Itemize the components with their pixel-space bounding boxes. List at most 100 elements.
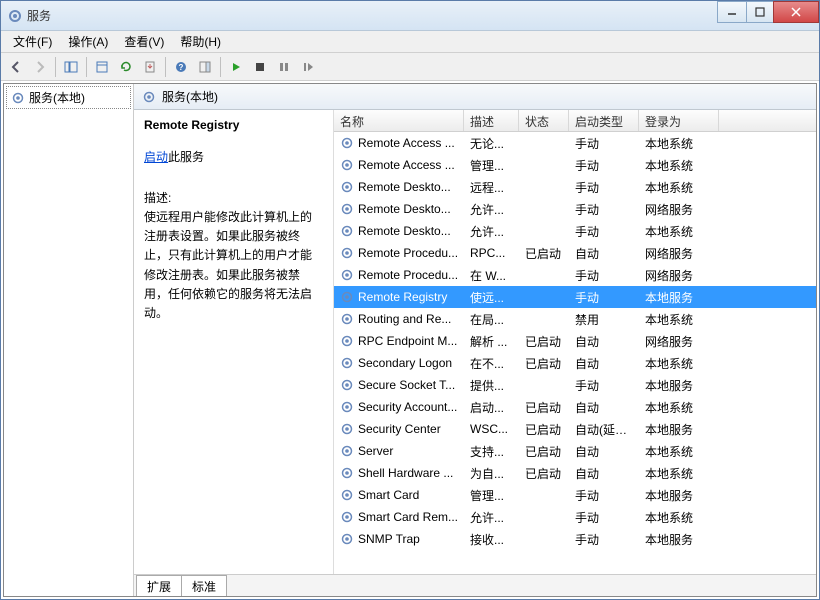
table-row[interactable]: Smart Card Rem...允许...手动本地系统 (334, 506, 816, 528)
back-button[interactable] (5, 56, 27, 78)
start-service-link[interactable]: 启动 (144, 150, 168, 164)
cell-startup: 手动 (569, 201, 639, 218)
tree-root-label: 服务(本地) (29, 89, 85, 106)
restart-service-button[interactable] (297, 56, 319, 78)
table-row[interactable]: Remote Deskto...远程...手动本地系统 (334, 176, 816, 198)
gear-icon (340, 444, 354, 458)
table-row[interactable]: Remote Procedu...RPC...已启动自动网络服务 (334, 242, 816, 264)
table-row[interactable]: Routing and Re...在局...禁用本地系统 (334, 308, 816, 330)
refresh-button[interactable] (115, 56, 137, 78)
cell-startup: 自动 (569, 443, 639, 460)
table-row[interactable]: Remote Deskto...允许...手动本地系统 (334, 220, 816, 242)
tree-pane[interactable]: 服务(本地) (4, 84, 134, 596)
separator (220, 57, 221, 77)
table-row[interactable]: RPC Endpoint M...解析 ...已启动自动网络服务 (334, 330, 816, 352)
right-pane: 服务(本地) Remote Registry 启动此服务 描述: 使远程用户能修… (134, 84, 816, 596)
cell-startup: 手动 (569, 267, 639, 284)
properties-button[interactable] (91, 56, 113, 78)
column-logon[interactable]: 登录为 (639, 110, 719, 131)
cell-logon: 本地服务 (639, 487, 719, 504)
right-header: 服务(本地) (134, 84, 816, 110)
gear-icon (340, 334, 354, 348)
cell-startup: 手动 (569, 531, 639, 548)
cell-desc: 允许... (464, 223, 519, 240)
cell-desc: 远程... (464, 179, 519, 196)
pause-service-button[interactable] (273, 56, 295, 78)
title-bar[interactable]: 服务 (1, 1, 819, 31)
action-pane-button[interactable] (194, 56, 216, 78)
cell-logon: 网络服务 (639, 201, 719, 218)
show-hide-tree-button[interactable] (60, 56, 82, 78)
cell-logon: 本地系统 (639, 465, 719, 482)
table-row[interactable]: Secondary Logon在不...已启动自动本地系统 (334, 352, 816, 374)
table-row[interactable]: Remote Procedu...在 W...手动网络服务 (334, 264, 816, 286)
list-header: 名称 描述 状态 启动类型 登录为 (334, 110, 816, 132)
list-body[interactable]: Remote Access ...无论...手动本地系统Remote Acces… (334, 132, 816, 574)
start-service-button[interactable] (225, 56, 247, 78)
gear-icon (340, 224, 354, 238)
cell-startup: 手动 (569, 289, 639, 306)
cell-startup: 手动 (569, 377, 639, 394)
table-row[interactable]: Remote Access ...管理...手动本地系统 (334, 154, 816, 176)
right-body: Remote Registry 启动此服务 描述: 使远程用户能修改此计算机上的… (134, 110, 816, 574)
menu-help[interactable]: 帮助(H) (172, 31, 229, 52)
column-description[interactable]: 描述 (464, 110, 519, 131)
cell-desc: 在 W... (464, 267, 519, 284)
column-status[interactable]: 状态 (519, 110, 569, 131)
selected-service-name: Remote Registry (144, 118, 323, 132)
table-row[interactable]: SNMP Trap接收...手动本地服务 (334, 528, 816, 550)
menu-bar: 文件(F) 操作(A) 查看(V) 帮助(H) (1, 31, 819, 53)
cell-name: Secondary Logon (334, 356, 464, 370)
window-buttons (718, 1, 819, 30)
table-row[interactable]: Security Account...启动...已启动自动本地系统 (334, 396, 816, 418)
export-button[interactable] (139, 56, 161, 78)
tab-standard[interactable]: 标准 (181, 575, 227, 596)
table-row[interactable]: Server支持...已启动自动本地系统 (334, 440, 816, 462)
table-row[interactable]: Security CenterWSC...已启动自动(延迟...本地服务 (334, 418, 816, 440)
cell-status: 已启动 (519, 465, 569, 482)
close-button[interactable] (773, 1, 819, 23)
tab-extended[interactable]: 扩展 (136, 575, 182, 596)
cell-desc: 接收... (464, 531, 519, 548)
cell-logon: 网络服务 (639, 333, 719, 350)
gear-icon (340, 180, 354, 194)
cell-name: Remote Registry (334, 290, 464, 304)
menu-action[interactable]: 操作(A) (60, 31, 116, 52)
cell-desc: RPC... (464, 246, 519, 260)
tree-root-item[interactable]: 服务(本地) (6, 86, 131, 109)
cell-status: 已启动 (519, 355, 569, 372)
cell-startup: 手动 (569, 157, 639, 174)
forward-button[interactable] (29, 56, 51, 78)
gear-icon (340, 422, 354, 436)
separator (55, 57, 56, 77)
cell-name: Server (334, 444, 464, 458)
table-row[interactable]: Shell Hardware ...为自...已启动自动本地系统 (334, 462, 816, 484)
table-row[interactable]: Remote Access ...无论...手动本地系统 (334, 132, 816, 154)
gear-icon (340, 290, 354, 304)
minimize-button[interactable] (717, 1, 747, 23)
menu-view[interactable]: 查看(V) (116, 31, 172, 52)
cell-desc: 在局... (464, 311, 519, 328)
maximize-button[interactable] (746, 1, 774, 23)
column-startup[interactable]: 启动类型 (569, 110, 639, 131)
cell-startup: 手动 (569, 179, 639, 196)
help-button[interactable]: ? (170, 56, 192, 78)
cell-name: Smart Card (334, 488, 464, 502)
cell-name: Secure Socket T... (334, 378, 464, 392)
cell-desc: 提供... (464, 377, 519, 394)
stop-service-button[interactable] (249, 56, 271, 78)
gear-icon (340, 356, 354, 370)
description-text: 使远程用户能修改此计算机上的注册表设置。如果此服务被终止，只有此计算机上的用户才… (144, 208, 323, 323)
cell-logon: 本地服务 (639, 289, 719, 306)
cell-desc: WSC... (464, 422, 519, 436)
column-name[interactable]: 名称 (334, 110, 464, 131)
table-row[interactable]: Secure Socket T...提供...手动本地服务 (334, 374, 816, 396)
service-list: 名称 描述 状态 启动类型 登录为 Remote Access ...无论...… (334, 110, 816, 574)
table-row[interactable]: Smart Card管理...手动本地服务 (334, 484, 816, 506)
menu-file[interactable]: 文件(F) (5, 31, 60, 52)
cell-logon: 本地服务 (639, 531, 719, 548)
table-row[interactable]: Remote Deskto...允许...手动网络服务 (334, 198, 816, 220)
table-row[interactable]: Remote Registry使远...手动本地服务 (334, 286, 816, 308)
cell-desc: 支持... (464, 443, 519, 460)
cell-name: RPC Endpoint M... (334, 334, 464, 348)
